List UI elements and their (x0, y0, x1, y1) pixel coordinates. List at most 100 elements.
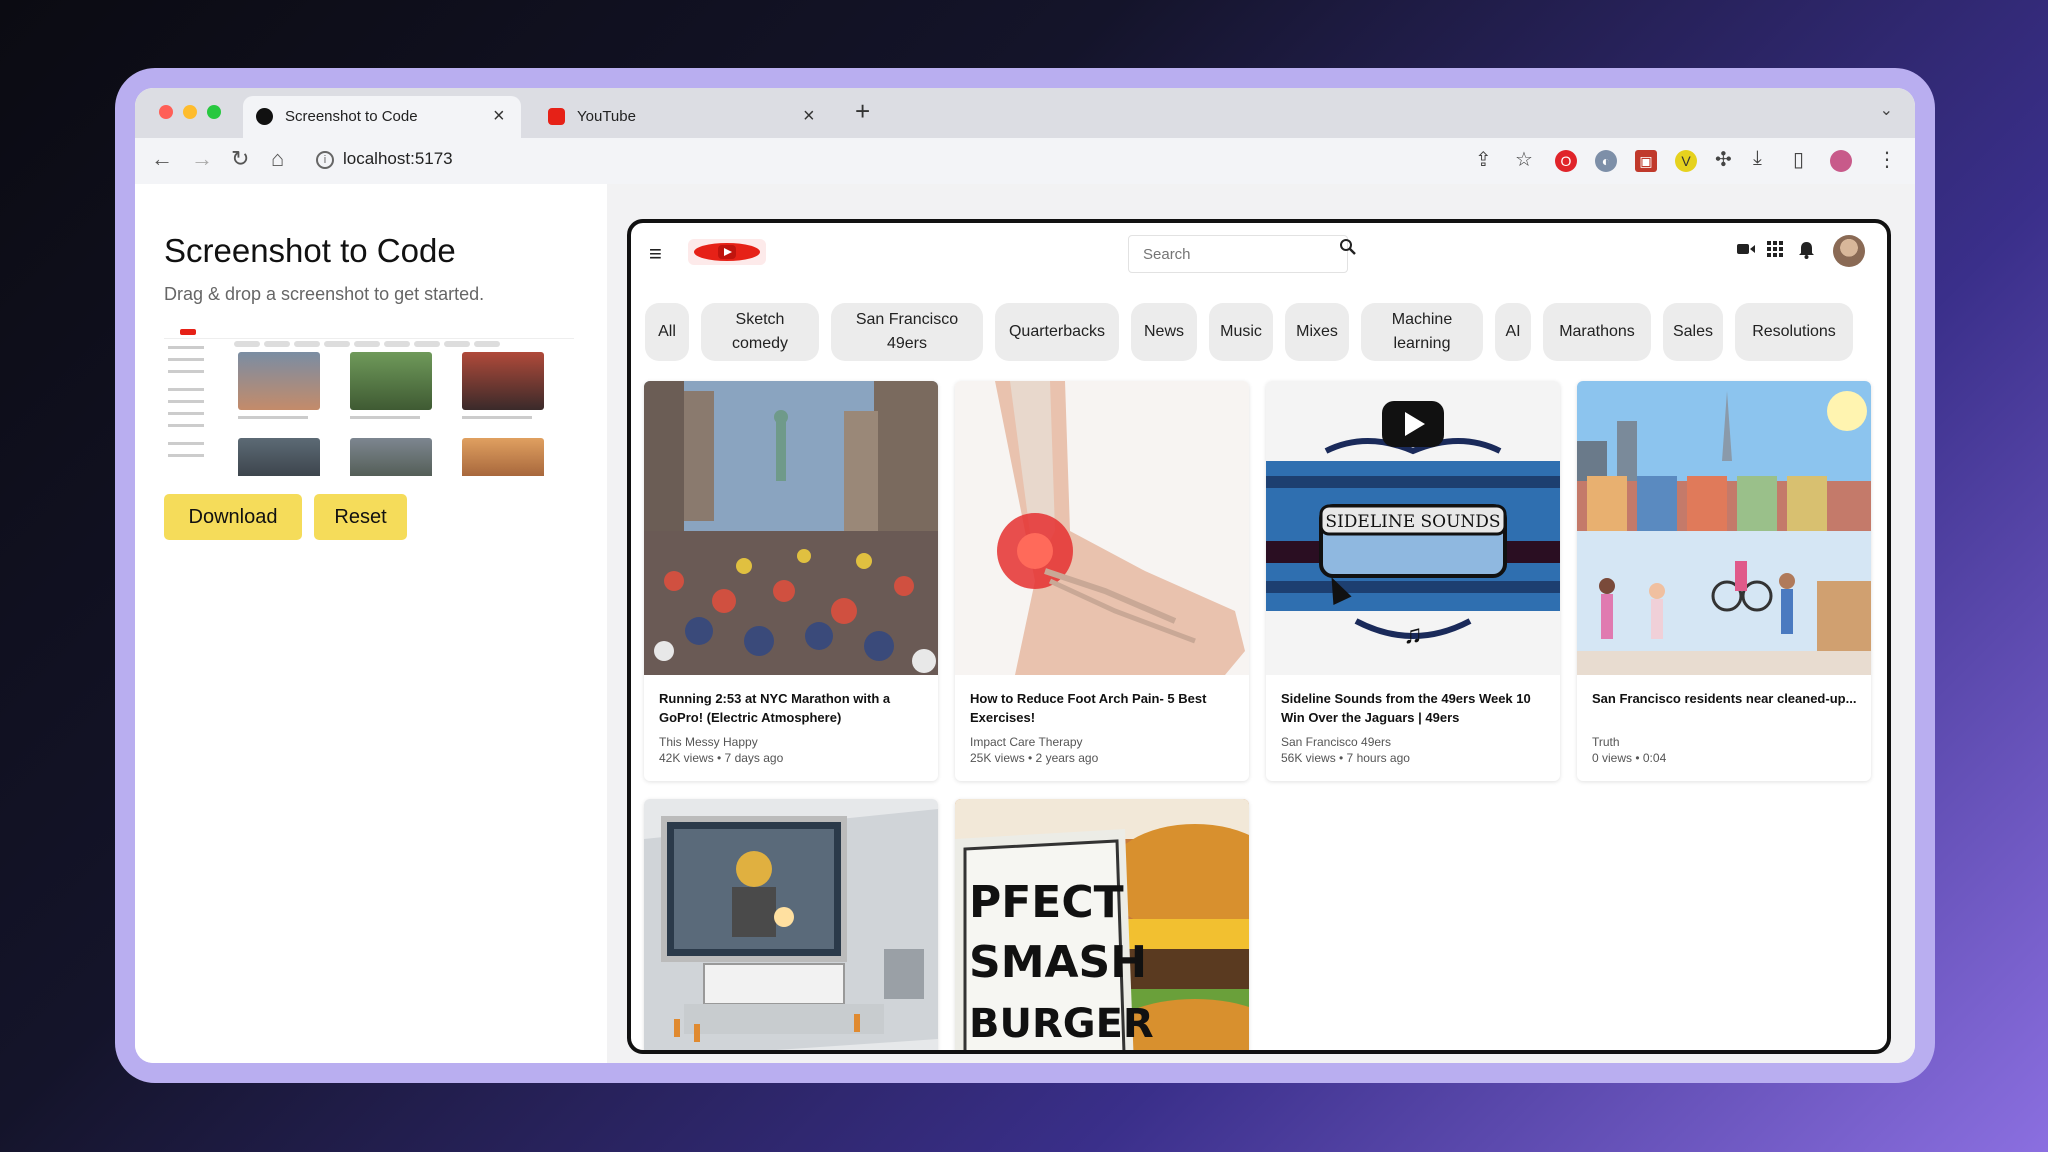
video-channel[interactable]: San Francisco 49ers (1281, 735, 1391, 749)
burger-sign-text: PFECT (969, 877, 1124, 928)
chip-all[interactable]: All (645, 303, 689, 361)
video-thumbnail-sf-residents[interactable] (1577, 381, 1871, 675)
forward-icon[interactable]: → (191, 146, 213, 172)
thumb-video-foot (350, 352, 432, 410)
extension-icon[interactable]: ▣ (1635, 150, 1657, 172)
bookmark-star-icon[interactable]: ☆ (1515, 147, 1533, 172)
thumb-side-item (168, 388, 204, 391)
circle-favicon-icon (256, 108, 273, 125)
more-menu-icon[interactable]: ⋮ (1877, 147, 1897, 172)
chip-sketch-comedy[interactable]: Sketch comedy (701, 303, 819, 361)
video-thumbnail-marathon[interactable] (644, 381, 938, 675)
chip-san-francisco-49ers[interactable]: San Francisco 49ers (831, 303, 983, 361)
thumb-chip (264, 341, 290, 347)
chip-marathons[interactable]: Marathons (1543, 303, 1651, 361)
tab-screenshot-to-code[interactable]: Screenshot to Code × (243, 96, 521, 138)
video-title[interactable]: Sideline Sounds from the 49ers Week 10 W… (1281, 689, 1551, 727)
video-title[interactable]: Running 2:53 at NYC Marathon with a GoPr… (659, 689, 929, 727)
video-card[interactable]: How to Reduce Foot Arch Pain- 5 Best Exe… (955, 381, 1249, 781)
video-card[interactable] (644, 799, 938, 1050)
maximize-window-button[interactable] (207, 105, 221, 119)
sideline-sounds-logo-text: SIDELINE SOUNDS (1325, 512, 1500, 532)
video-stats: 0 views • 0:04 (1592, 751, 1667, 765)
thumb-video-burger (462, 438, 544, 476)
video-channel[interactable]: Impact Care Therapy (970, 735, 1083, 749)
apps-grid-icon[interactable] (1767, 241, 1784, 263)
new-tab-button[interactable]: + (855, 96, 870, 127)
video-card[interactable]: San Francisco residents near cleaned-up.… (1577, 381, 1871, 781)
thumb-chip (384, 341, 410, 347)
close-window-button[interactable] (159, 105, 173, 119)
chip-quarterbacks[interactable]: Quarterbacks (995, 303, 1119, 361)
v-extension-icon[interactable]: V (1675, 150, 1697, 172)
site-info-icon[interactable]: i (316, 151, 334, 169)
video-channel[interactable]: This Messy Happy (659, 735, 758, 749)
thumb-side-item (168, 358, 204, 361)
close-tab-icon[interactable]: × (803, 105, 815, 128)
video-card[interactable]: SIDELINE SOUNDS ♫ Sideline Sounds from t… (1266, 381, 1560, 781)
video-card[interactable]: Running 2:53 at NYC Marathon with a GoPr… (644, 381, 938, 781)
burger-sign-text: BURGER (969, 1001, 1154, 1047)
youtube-favicon-icon (548, 108, 565, 125)
chip-sales[interactable]: Sales (1663, 303, 1723, 361)
video-card[interactable]: PFECT SMASH BURGER (955, 799, 1249, 1050)
video-title[interactable]: San Francisco residents near cleaned-up.… (1592, 689, 1862, 708)
video-thumbnail-foot[interactable] (955, 381, 1249, 675)
tab-search-chevron-icon[interactable]: ⌄ (1880, 100, 1893, 120)
video-thumbnail-sideline[interactable]: SIDELINE SOUNDS ♫ (1266, 381, 1560, 675)
thumb-video-street (350, 438, 432, 476)
thumb-side-item (168, 454, 204, 457)
chip-news[interactable]: News (1131, 303, 1197, 361)
youtube-play-logo-icon (694, 243, 760, 261)
thumb-video-sideline (462, 352, 544, 410)
tab-youtube[interactable]: YouTube × (535, 96, 835, 138)
back-icon[interactable]: ← (151, 146, 173, 172)
close-tab-icon[interactable]: × (493, 105, 505, 128)
minimize-window-button[interactable] (183, 105, 197, 119)
chip-resolutions[interactable]: Resolutions (1735, 303, 1853, 361)
youtube-logo[interactable] (688, 239, 766, 265)
user-avatar[interactable] (1833, 235, 1865, 267)
video-channel[interactable]: Truth (1592, 735, 1620, 749)
search-input[interactable] (1128, 235, 1348, 273)
tab-label: YouTube (577, 108, 636, 125)
menu-hamburger-icon[interactable]: ≡ (649, 241, 662, 267)
browser-window: Screenshot to Code × YouTube × + ⌄ ← → ↻… (135, 88, 1915, 1063)
video-title[interactable]: How to Reduce Foot Arch Pain- 5 Best Exe… (970, 689, 1240, 727)
video-camera-icon[interactable] (1736, 241, 1756, 262)
thumb-side-item (168, 424, 204, 427)
chip-machine-learning[interactable]: Machine learning (1361, 303, 1483, 361)
download-button[interactable]: Download (164, 494, 302, 540)
home-icon[interactable]: ⌂ (271, 146, 284, 172)
chip-mixes[interactable]: Mixes (1285, 303, 1349, 361)
svg-text:♫: ♫ (1403, 619, 1423, 649)
page-title: Screenshot to Code (164, 232, 456, 269)
video-stats: 56K views • 7 hours ago (1281, 751, 1410, 765)
thumb-logo-icon (180, 329, 196, 335)
thumb-side-item (168, 370, 204, 373)
thumb-chip (324, 341, 350, 347)
profile-avatar[interactable] (1830, 150, 1852, 172)
preview-panel: ≡ All (607, 184, 1915, 1063)
side-panel-icon[interactable]: ▯ (1793, 147, 1804, 172)
video-thumbnail-burger[interactable]: PFECT SMASH BURGER (955, 799, 1249, 1050)
chip-music[interactable]: Music (1209, 303, 1273, 361)
share-icon[interactable]: ⇪ (1475, 147, 1492, 172)
address-bar[interactable]: localhost:5173 (343, 149, 453, 169)
left-panel: Screenshot to Code Drag & drop a screens… (135, 184, 607, 1063)
chip-ai[interactable]: AI (1495, 303, 1531, 361)
thumb-chip (294, 341, 320, 347)
opera-extension-icon[interactable]: O (1555, 150, 1577, 172)
thumb-caption (350, 416, 420, 419)
search-icon[interactable] (1339, 238, 1357, 261)
video-thumbnail-factory[interactable] (644, 799, 938, 1050)
tab-label: Screenshot to Code (285, 108, 418, 125)
puzzle-extensions-icon[interactable]: ✣ (1715, 147, 1732, 172)
reload-icon[interactable]: ↻ (231, 146, 249, 172)
download-icon[interactable]: ⤓ (1753, 147, 1762, 170)
reset-button[interactable]: Reset (314, 494, 407, 540)
category-chips: All Sketch comedy San Francisco 49ers Quar… (645, 303, 1885, 363)
extension-icon[interactable]: ◐ (1595, 150, 1617, 172)
notification-bell-icon[interactable] (1798, 241, 1815, 264)
thumb-side-item (168, 346, 204, 349)
